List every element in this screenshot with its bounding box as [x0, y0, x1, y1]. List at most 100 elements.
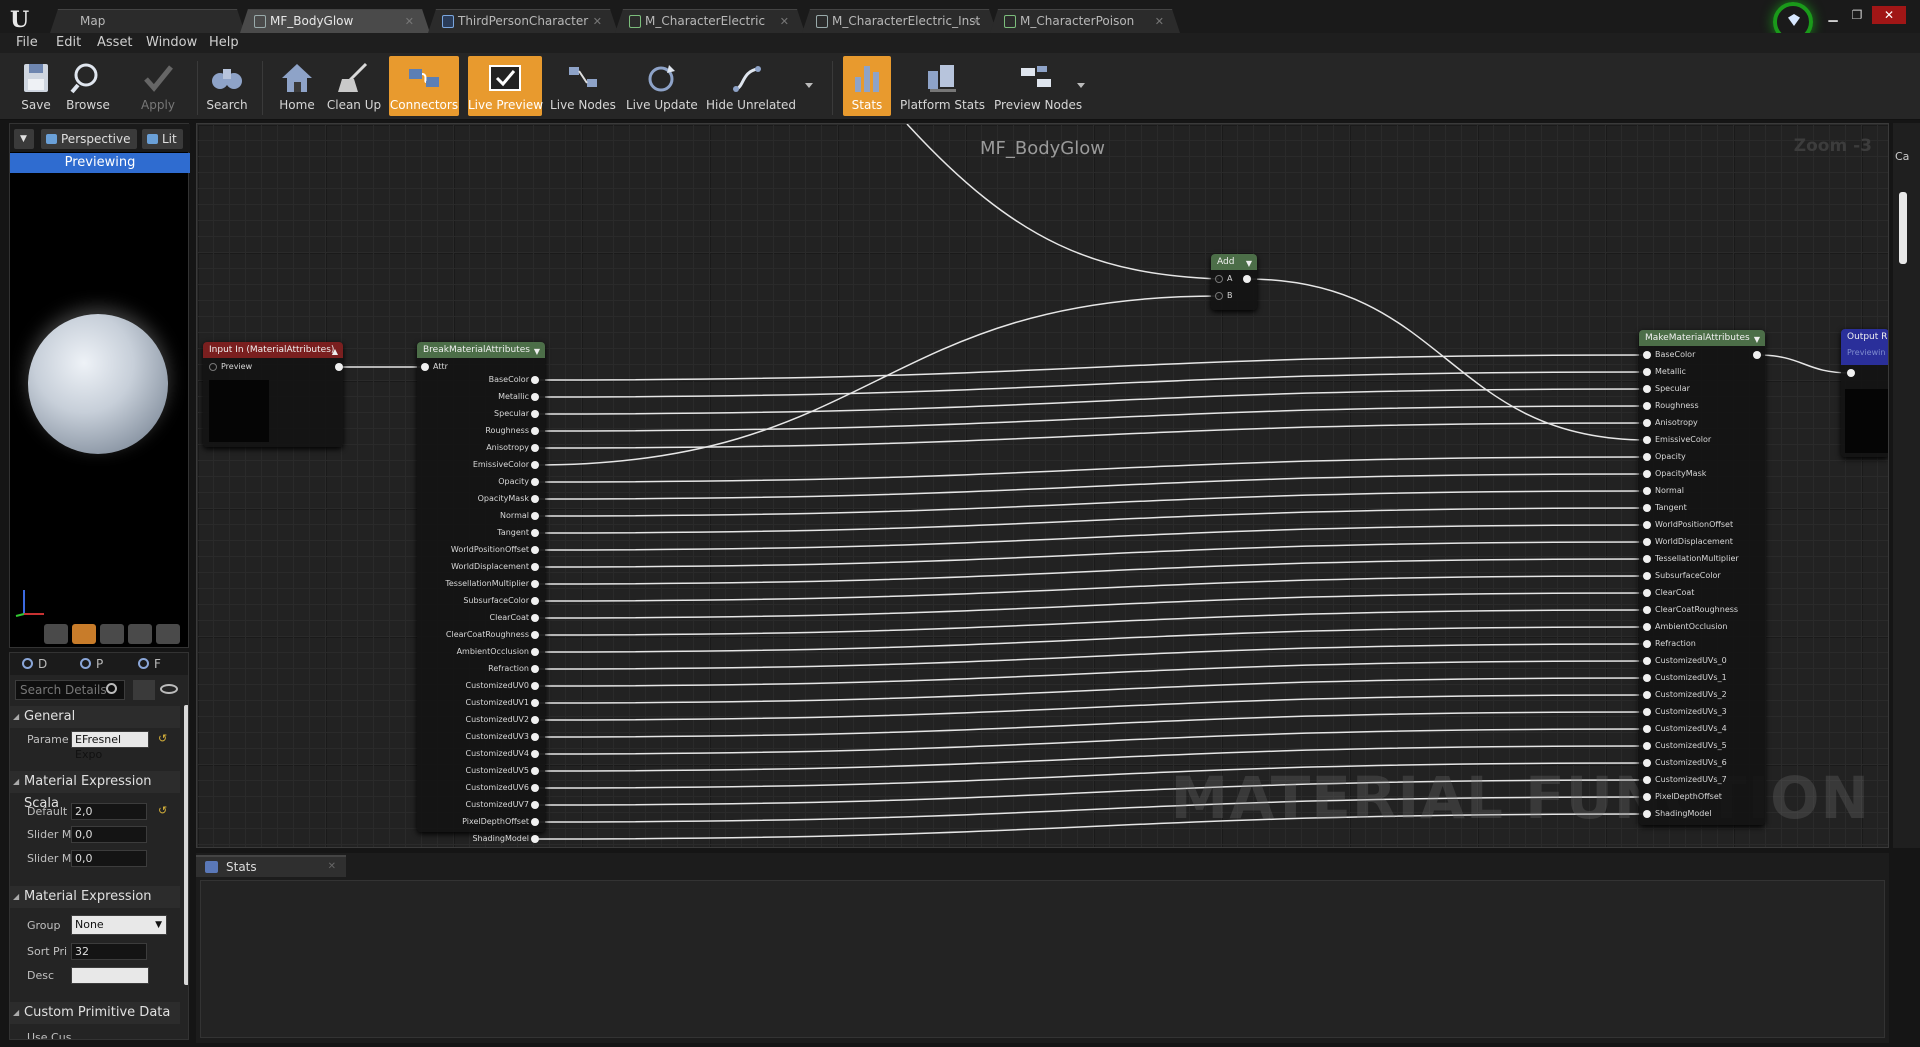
eye-icon[interactable] — [160, 684, 178, 694]
sphere-preview-icon[interactable] — [72, 624, 96, 644]
search-button[interactable]: Search — [203, 56, 251, 116]
attribute-wire[interactable] — [534, 575, 1648, 602]
emissive-to-add-wire[interactable] — [534, 295, 1220, 466]
menu-help[interactable]: Help — [209, 35, 239, 50]
save-button[interactable]: Save — [12, 56, 60, 116]
break-output-pin-icon[interactable] — [531, 546, 539, 554]
menu-asset[interactable]: Asset — [97, 35, 133, 50]
attribute-wire[interactable] — [534, 558, 1648, 585]
make-input-pin-icon[interactable] — [1643, 776, 1651, 784]
add-output-pin-icon[interactable] — [1243, 275, 1251, 283]
description-input[interactable] — [71, 967, 149, 984]
menu-edit[interactable]: Edit — [56, 35, 81, 50]
break-output-pin-icon[interactable] — [531, 444, 539, 452]
make-material-attributes-node[interactable]: MakeMaterialAttributes ▼ BaseColor Metall… — [1639, 330, 1765, 825]
preview-nodes-button[interactable]: Preview Nodes — [994, 56, 1082, 116]
break-output-pin-icon[interactable] — [531, 716, 539, 724]
break-output-pin-icon[interactable] — [531, 699, 539, 707]
break-output-pin-icon[interactable] — [531, 631, 539, 639]
make-input-pin-icon[interactable] — [1643, 538, 1651, 546]
slider-min-input[interactable]: 0,0 — [71, 826, 147, 843]
attribute-wire[interactable] — [534, 643, 1648, 670]
break-output-pin-icon[interactable] — [531, 529, 539, 537]
close-icon[interactable]: ✕ — [405, 10, 414, 33]
connectors-button[interactable]: Connectors — [389, 56, 459, 116]
default-value-input[interactable]: 2,0 — [71, 803, 147, 820]
make-input-pin-icon[interactable] — [1643, 640, 1651, 648]
material-graph[interactable]: MF_BodyGlow Zoom -3 MATERIAL FUNCTION In… — [196, 123, 1889, 848]
break-output-pin-icon[interactable] — [531, 648, 539, 656]
group-select[interactable]: None ▼ — [71, 915, 167, 935]
output-result-node[interactable]: Output R Previewin — [1841, 329, 1888, 457]
attribute-wire[interactable] — [534, 541, 1648, 568]
home-button[interactable]: Home — [272, 56, 322, 116]
attribute-wire[interactable] — [534, 507, 1648, 534]
attribute-wire[interactable] — [534, 405, 1648, 432]
break-output-pin-icon[interactable] — [531, 563, 539, 571]
category-material-expression-scalar[interactable]: Material Expression Scala — [10, 771, 180, 811]
add-node[interactable]: Add ▼ A B — [1211, 254, 1257, 310]
attribute-wire[interactable] — [534, 694, 1648, 721]
make-input-pin-icon[interactable] — [1643, 436, 1651, 444]
live-nodes-button[interactable]: Live Nodes — [550, 56, 616, 116]
b-pin-icon[interactable] — [1215, 292, 1223, 300]
attribute-wire[interactable] — [534, 490, 1648, 517]
break-output-pin-icon[interactable] — [531, 784, 539, 792]
make-input-pin-icon[interactable] — [1643, 419, 1651, 427]
category-general[interactable]: General — [10, 706, 180, 728]
input-node[interactable]: Input In (MaterialAttributes) ▲ Preview — [203, 342, 343, 447]
menu-window[interactable]: Window — [146, 35, 197, 50]
tab-m-characterelectric-inst[interactable]: M_CharacterElectric_Inst ✕ — [802, 9, 997, 33]
sort-priority-input[interactable]: 32 — [71, 943, 147, 960]
make-input-pin-icon[interactable] — [1643, 521, 1651, 529]
tab-stats[interactable]: Stats ✕ — [196, 855, 346, 877]
details-scrollbar[interactable] — [184, 705, 188, 985]
make-input-pin-icon[interactable] — [1643, 708, 1651, 716]
tab-m-characterelectric[interactable]: M_CharacterElectric ✕ — [615, 9, 805, 33]
make-input-pin-icon[interactable] — [1643, 589, 1651, 597]
close-icon[interactable]: ✕ — [1155, 10, 1164, 33]
slider-max-input[interactable]: 0,0 — [71, 850, 147, 867]
parameter-name-input[interactable]: EFresnel Expo — [71, 731, 149, 761]
break-output-pin-icon[interactable] — [531, 665, 539, 673]
output-pin-icon[interactable] — [335, 363, 343, 371]
close-icon[interactable]: ✕ — [972, 10, 981, 33]
chevron-down-icon[interactable] — [1077, 83, 1085, 88]
break-output-pin-icon[interactable] — [531, 495, 539, 503]
make-input-pin-icon[interactable] — [1643, 691, 1651, 699]
make-input-pin-icon[interactable] — [1643, 487, 1651, 495]
break-output-pin-icon[interactable] — [531, 750, 539, 758]
make-output-pin-icon[interactable] — [1753, 351, 1761, 359]
live-update-button[interactable]: Live Update — [626, 56, 698, 116]
break-output-pin-icon[interactable] — [531, 512, 539, 520]
tab-details[interactable]: D — [20, 657, 47, 671]
cylinder-preview-icon[interactable] — [44, 624, 68, 644]
preview-pin-icon[interactable] — [209, 363, 217, 371]
make-input-pin-icon[interactable] — [1643, 368, 1651, 376]
break-output-pin-icon[interactable] — [531, 597, 539, 605]
close-icon[interactable]: ✕ — [780, 10, 789, 33]
lit-button[interactable]: Lit — [142, 129, 183, 149]
break-output-pin-icon[interactable] — [531, 614, 539, 622]
chevron-down-icon[interactable]: ▼ — [534, 344, 540, 360]
make-input-pin-icon[interactable] — [1643, 657, 1651, 665]
break-output-pin-icon[interactable] — [531, 767, 539, 775]
break-output-pin-icon[interactable] — [531, 478, 539, 486]
make-input-pin-icon[interactable] — [1643, 555, 1651, 563]
break-output-pin-icon[interactable] — [531, 461, 539, 469]
reset-icon[interactable]: ↺ — [158, 732, 167, 745]
break-output-pin-icon[interactable] — [531, 835, 539, 843]
make-input-pin-icon[interactable] — [1643, 402, 1651, 410]
preview-viewport[interactable]: ▼ Perspective Lit Previewing — [9, 123, 190, 648]
break-output-pin-icon[interactable] — [531, 427, 539, 435]
plane-preview-icon[interactable] — [100, 624, 124, 644]
a-pin-icon[interactable] — [1215, 275, 1223, 283]
tab-mf-bodyglow[interactable]: MF_BodyGlow ✕ — [240, 9, 430, 33]
make-input-pin-icon[interactable] — [1643, 606, 1651, 614]
attribute-wire[interactable] — [534, 677, 1648, 704]
break-material-attributes-node[interactable]: BreakMaterialAttributes ▼ Attr BaseColor… — [417, 342, 545, 843]
make-to-output-wire[interactable] — [1756, 354, 1852, 374]
make-input-pin-icon[interactable] — [1643, 504, 1651, 512]
break-output-pin-icon[interactable] — [531, 410, 539, 418]
chevron-down-icon[interactable] — [805, 83, 813, 88]
